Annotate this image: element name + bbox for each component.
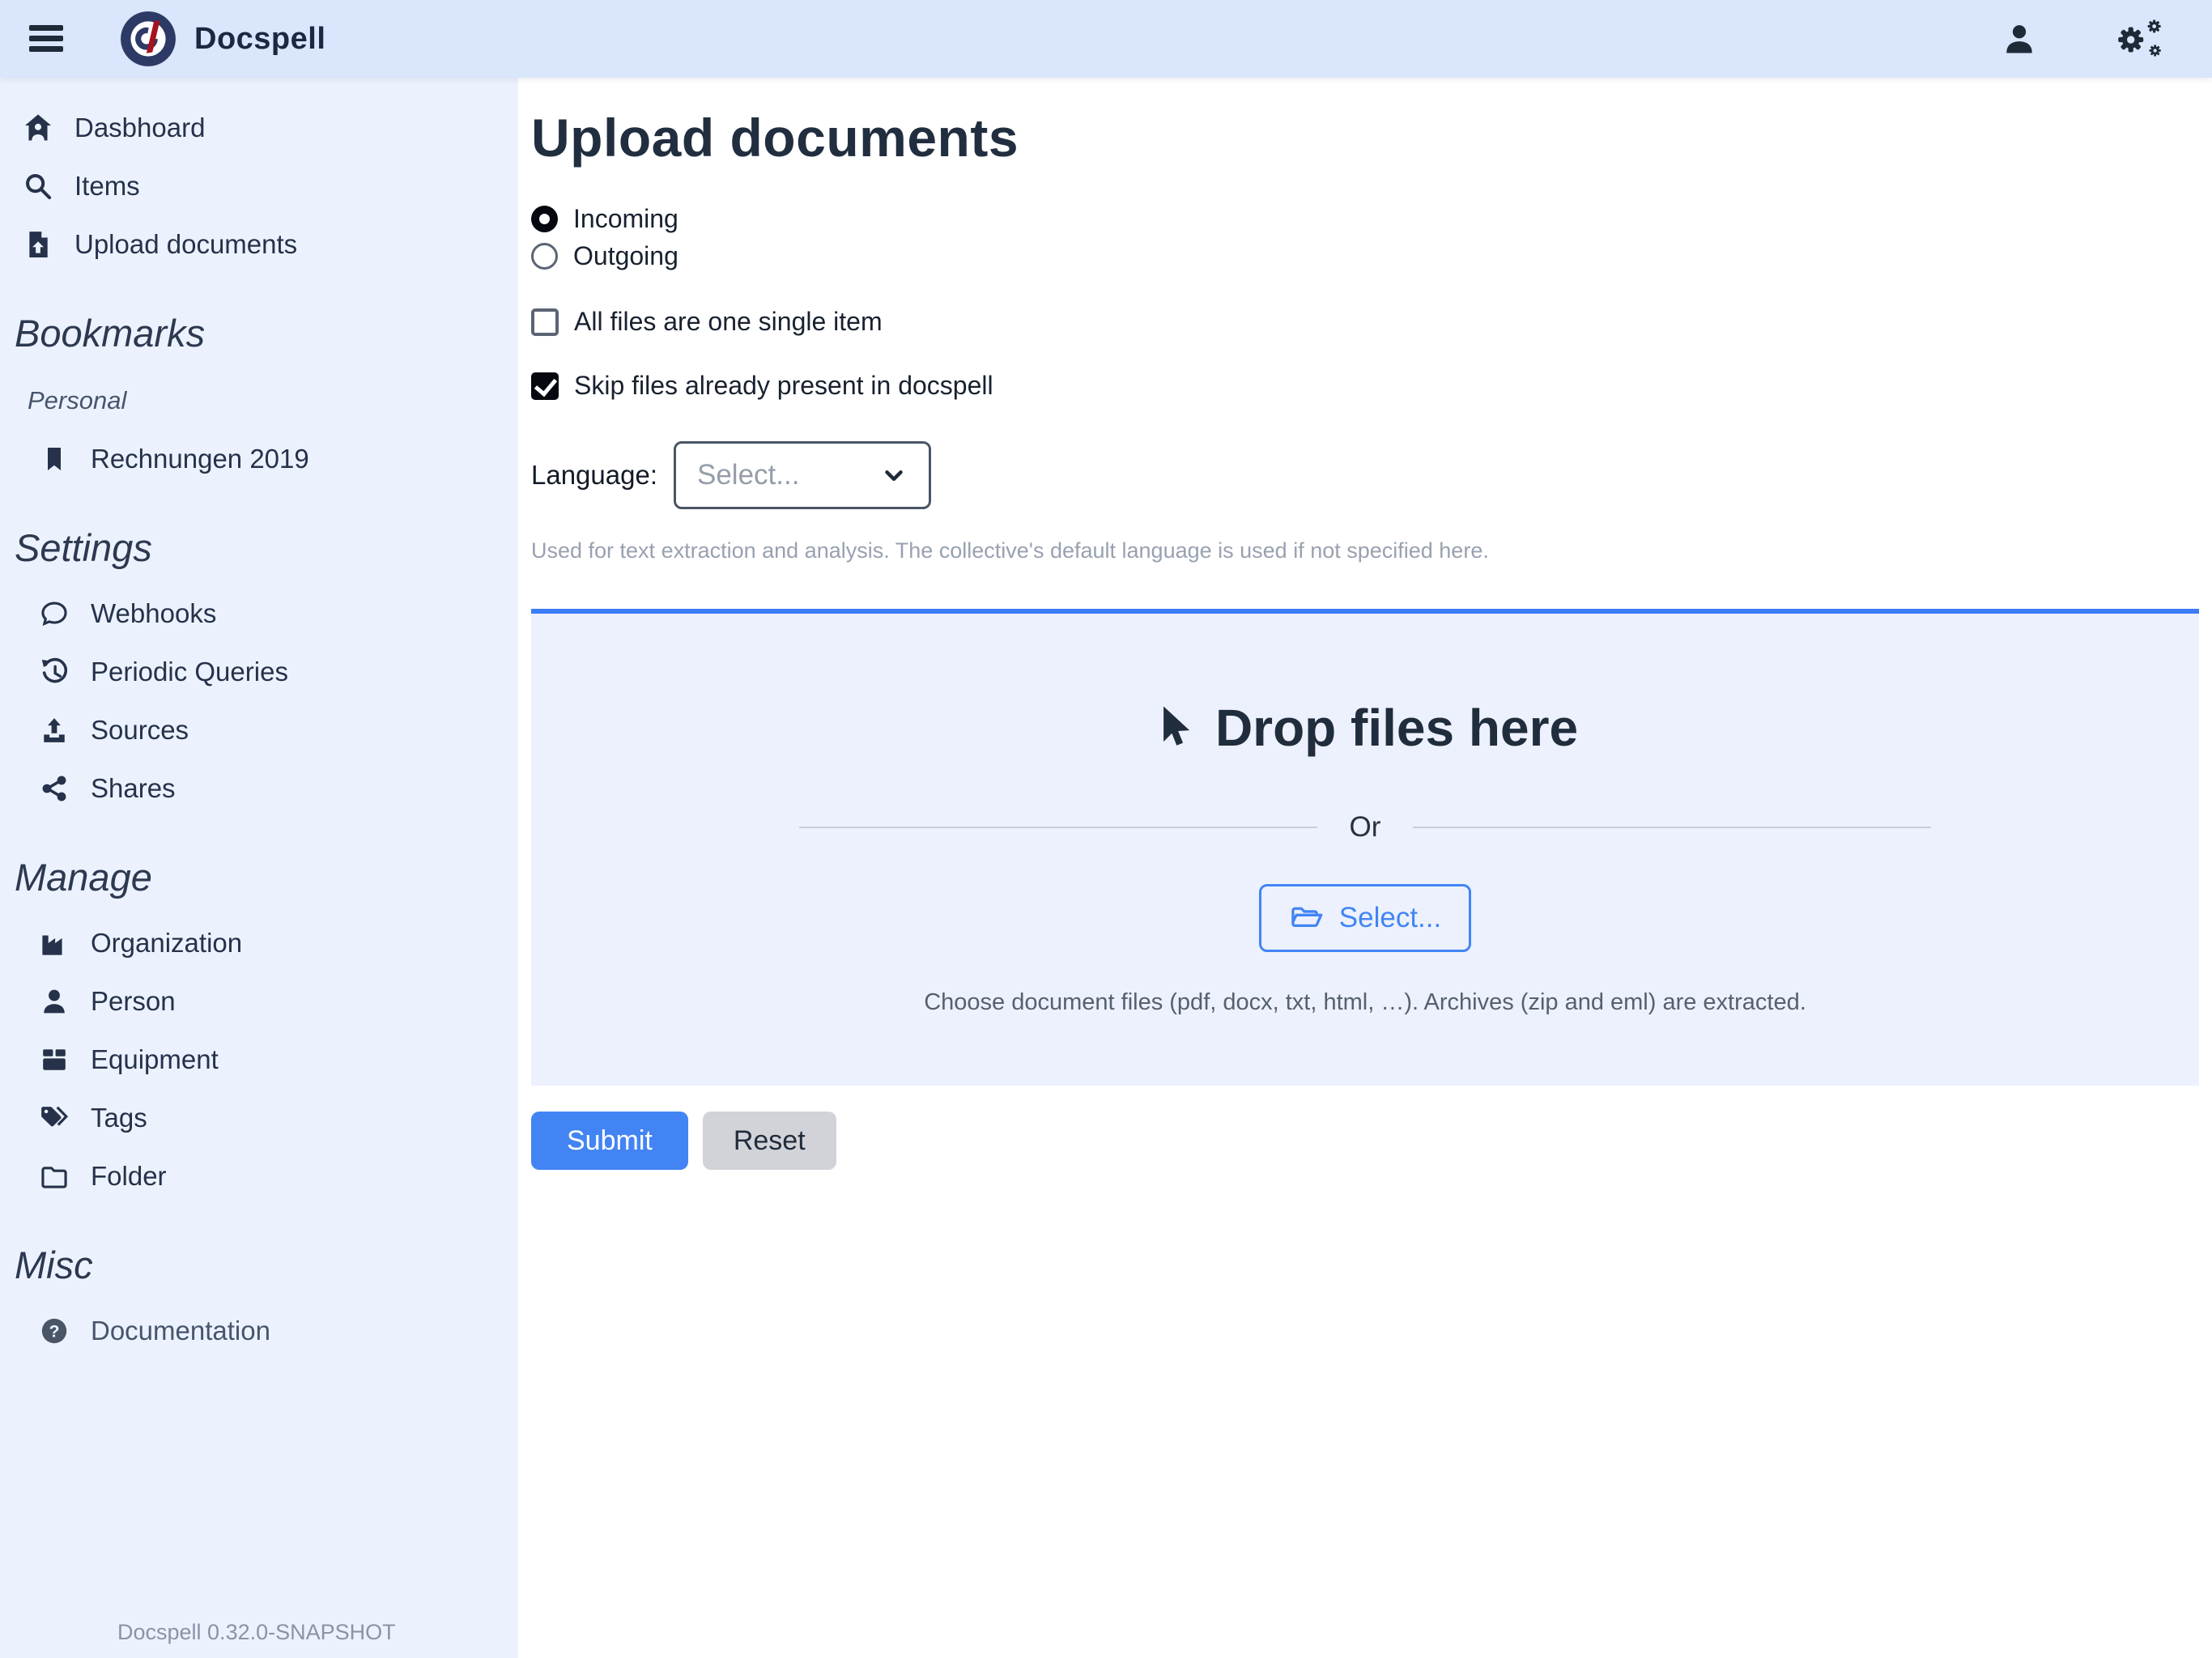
box-icon: [39, 1044, 70, 1075]
sidebar-item-label: Webhooks: [91, 598, 216, 629]
select-files-button[interactable]: Select...: [1259, 884, 1471, 952]
sidebar-item-label: Rechnungen 2019: [91, 444, 309, 474]
section-title: Manage: [15, 855, 518, 899]
share-nodes-icon: [39, 773, 70, 804]
top-actions: [2003, 17, 2184, 61]
sidebar-item-label: Organization: [91, 928, 242, 959]
checkbox-skip-duplicates-input[interactable]: [531, 372, 559, 400]
sidebar-section-misc: Misc ? Documentation: [0, 1243, 518, 1360]
sidebar-section-manage: Manage Organization Person: [0, 855, 518, 1205]
sidebar-item-sources[interactable]: Sources: [0, 701, 518, 759]
divider-line: [799, 827, 1317, 828]
home-icon: [23, 113, 53, 143]
bookmark-icon: [39, 444, 70, 474]
sidebar-item-label: Person: [91, 986, 176, 1017]
sidebar-item-organization[interactable]: Organization: [0, 914, 518, 972]
folder-icon: [39, 1161, 70, 1192]
checkbox-single-item-input[interactable]: [531, 308, 559, 336]
user-account-icon[interactable]: [2003, 23, 2035, 55]
tags-icon: [39, 1103, 70, 1133]
sidebar-item-tags[interactable]: Tags: [0, 1089, 518, 1147]
bookmarks-group-label: Personal: [28, 386, 518, 415]
select-files-label: Select...: [1339, 902, 1441, 934]
sidebar-item-label: Sources: [91, 715, 189, 746]
sidebar-nav: Dasbhoard Items Upload documents: [0, 78, 518, 274]
radio-incoming-input[interactable]: [531, 206, 558, 232]
sidebar-item-documentation[interactable]: ? Documentation: [0, 1302, 518, 1360]
sidebar-item-label: Dasbhoard: [74, 113, 205, 143]
divider-line: [1413, 827, 1931, 828]
form-actions: Submit Reset: [531, 1112, 2199, 1170]
sidebar-item-dashboard[interactable]: Dasbhoard: [0, 99, 518, 157]
sidebar-item-label: Upload documents: [74, 229, 297, 260]
search-icon: [23, 171, 53, 202]
sidebar-item-label: Tags: [91, 1103, 147, 1133]
dropzone-title-row: Drop files here: [1152, 698, 1578, 758]
industry-icon: [39, 928, 70, 959]
sidebar-item-label: Folder: [91, 1161, 167, 1192]
sidebar-item-items[interactable]: Items: [0, 157, 518, 215]
file-upload-icon: [23, 229, 53, 260]
comment-icon: [39, 598, 70, 629]
dropzone-hint: Choose document files (pdf, docx, txt, h…: [547, 989, 2183, 1016]
or-label: Or: [1350, 811, 1381, 844]
app-title: Docspell: [194, 22, 325, 57]
folder-open-icon: [1289, 902, 1325, 934]
radio-incoming-label: Incoming: [573, 204, 678, 234]
radio-outgoing-label: Outgoing: [573, 241, 678, 271]
sidebar-item-webhooks[interactable]: Webhooks: [0, 585, 518, 643]
sidebar-item-shares[interactable]: Shares: [0, 759, 518, 818]
language-label: Language:: [531, 460, 657, 491]
sidebar-section-bookmarks: Bookmarks Personal Rechnungen 2019: [0, 311, 518, 488]
docspell-logo-icon: [118, 9, 178, 69]
question-circle-icon: ?: [39, 1316, 70, 1346]
sidebar-item-label: Equipment: [91, 1044, 219, 1075]
or-divider: Or: [547, 811, 2183, 844]
history-icon: [39, 657, 70, 687]
section-title: Misc: [15, 1243, 518, 1287]
sidebar-item-bookmark[interactable]: Rechnungen 2019: [0, 430, 518, 488]
sidebar: Dasbhoard Items Upload documents: [0, 78, 518, 1658]
upload-icon: [39, 715, 70, 746]
reset-button[interactable]: Reset: [703, 1112, 836, 1170]
svg-text:?: ?: [49, 1321, 59, 1341]
sidebar-item-label: Items: [74, 171, 140, 202]
mouse-pointer-icon: [1152, 705, 1193, 750]
top-bar: Docspell: [0, 0, 2212, 78]
sidebar-item-label: Shares: [91, 773, 176, 804]
sidebar-item-label: Periodic Queries: [91, 657, 288, 687]
section-title: Bookmarks: [15, 311, 518, 355]
checkbox-skip-duplicates[interactable]: Skip files already present in docspell: [531, 371, 2199, 401]
checkbox-single-item[interactable]: All files are one single item: [531, 307, 2199, 337]
language-select-value: Select...: [697, 459, 799, 491]
submit-button[interactable]: Submit: [531, 1112, 688, 1170]
app-logo[interactable]: Docspell: [118, 9, 325, 69]
sidebar-item-periodic-queries[interactable]: Periodic Queries: [0, 643, 518, 701]
radio-outgoing-input[interactable]: [531, 243, 558, 270]
sidebar-item-person[interactable]: Person: [0, 972, 518, 1031]
radio-incoming[interactable]: Incoming: [531, 204, 2199, 234]
sidebar-item-folder[interactable]: Folder: [0, 1147, 518, 1205]
file-dropzone[interactable]: Drop files here Or Select... Choose docu…: [531, 609, 2199, 1086]
sidebar-item-upload-documents[interactable]: Upload documents: [0, 215, 518, 274]
language-row: Language: Select...: [531, 441, 2199, 509]
section-title: Settings: [15, 525, 518, 570]
main-content: Upload documents Incoming Outgoing All f…: [518, 78, 2212, 1658]
language-hint: Used for text extraction and analysis. T…: [531, 538, 2199, 563]
sidebar-item-equipment[interactable]: Equipment: [0, 1031, 518, 1089]
app-version: Docspell 0.32.0-SNAPSHOT: [117, 1620, 396, 1645]
language-select[interactable]: Select...: [674, 441, 931, 509]
sidebar-section-settings: Settings Webhooks Periodic: [0, 525, 518, 818]
page-title: Upload documents: [531, 107, 2199, 168]
sidebar-item-label: Documentation: [91, 1316, 270, 1346]
hamburger-menu-icon[interactable]: [28, 23, 65, 55]
gears-settings-icon[interactable]: [2113, 17, 2163, 61]
dropzone-title: Drop files here: [1215, 698, 1578, 758]
person-icon: [39, 986, 70, 1017]
chevron-down-icon: [880, 461, 908, 489]
checkbox-single-item-label: All files are one single item: [574, 307, 883, 337]
radio-outgoing[interactable]: Outgoing: [531, 241, 2199, 271]
checkbox-skip-duplicates-label: Skip files already present in docspell: [574, 371, 993, 401]
